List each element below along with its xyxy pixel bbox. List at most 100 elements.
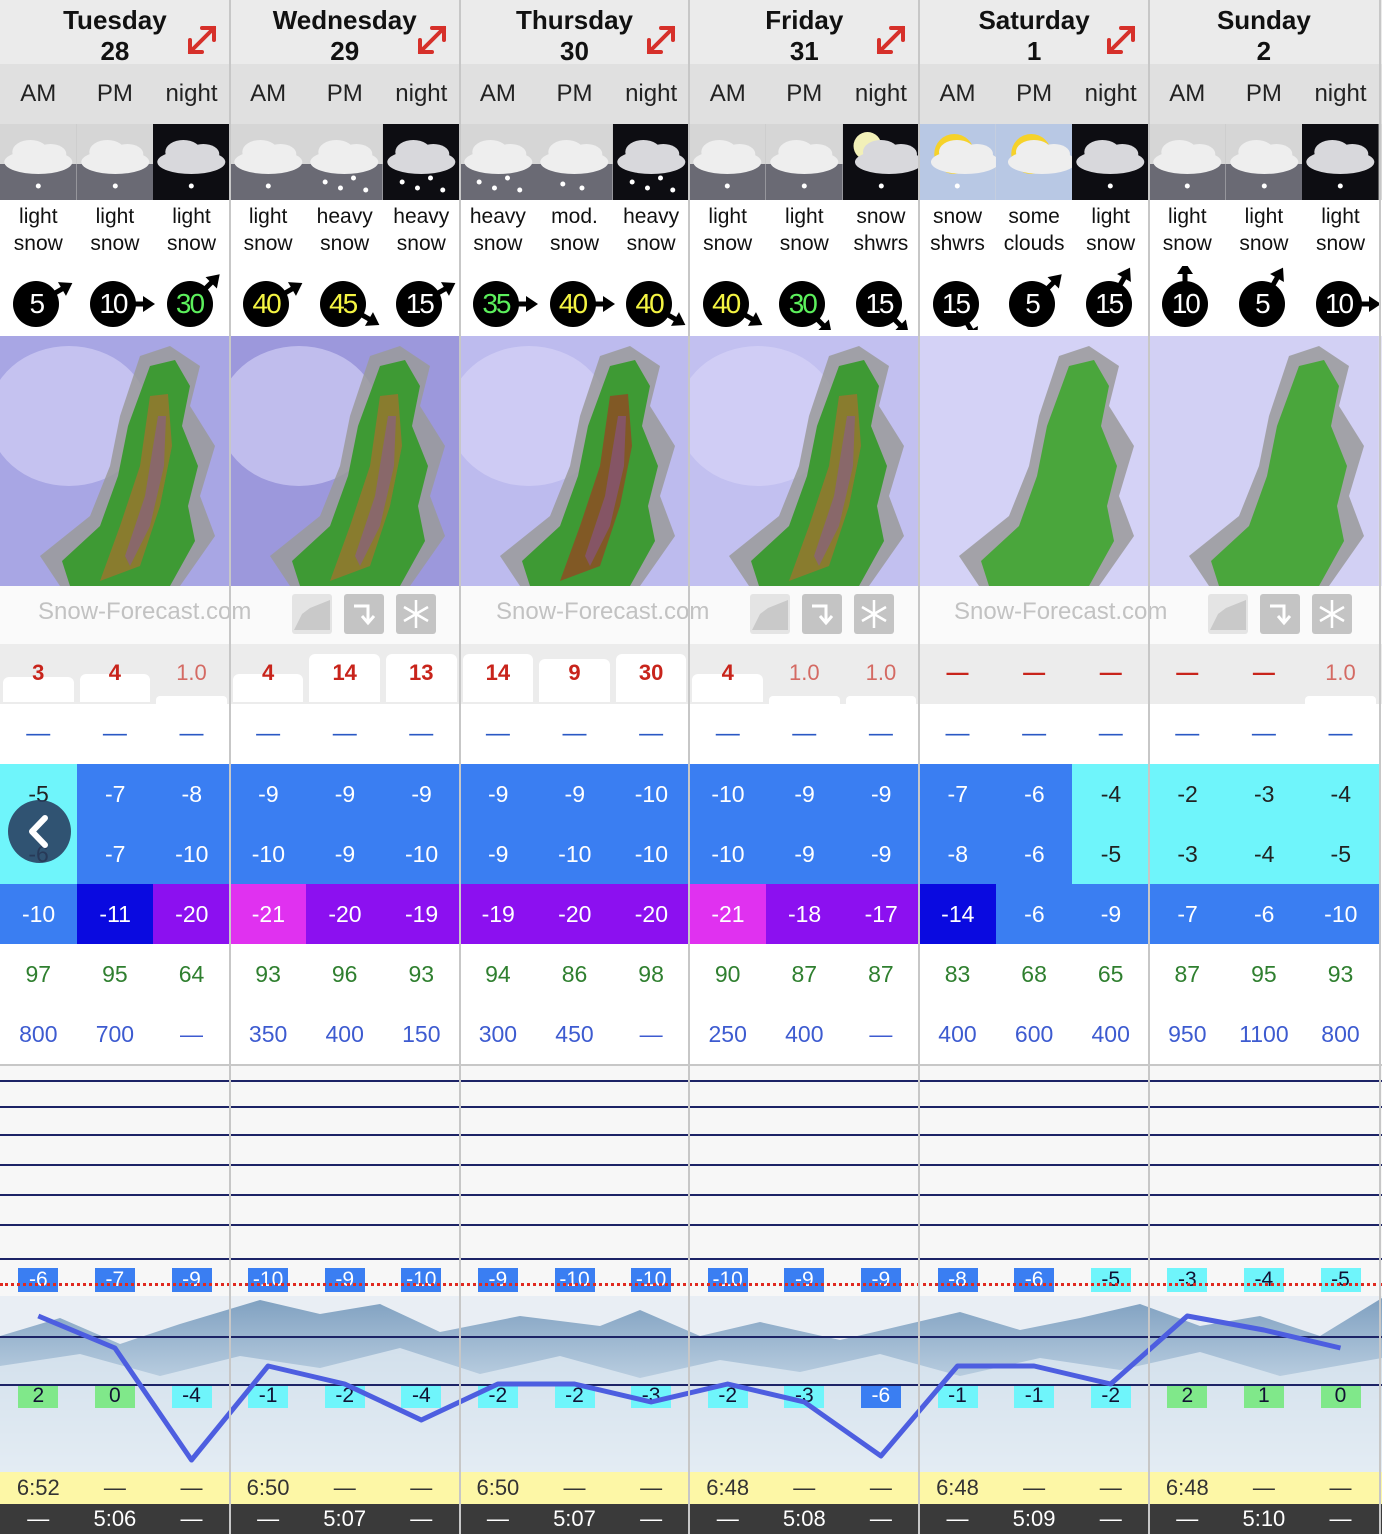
humidity: 68 [1021,960,1047,987]
temperature-cell: -10 [612,764,690,824]
weather-summary: heavy snow [469,205,526,255]
expand-day-icon[interactable] [414,22,450,58]
freezing-level-tag: -9 [171,1268,212,1292]
snow-forecast-map[interactable] [0,336,230,586]
arrow-down-layer-icon[interactable] [1260,594,1300,634]
terrain-layer-icon[interactable] [1208,594,1248,634]
period-label: night [1314,80,1367,107]
temperature-cell: -10 [689,764,767,824]
temperature-cell: -21 [689,884,767,944]
snow-amount: 14 [485,660,511,685]
cloud-light-snow-icon [229,124,307,200]
summit-temp-line [37,1313,1342,1463]
freezing-level: 400 [325,1020,364,1047]
snow-forecast-map[interactable] [919,336,1149,586]
freezing-level: 150 [402,1020,441,1047]
wind-indicator: 5 [1233,266,1315,328]
temperature-cell: -14 [919,884,997,944]
temperature-cell: -7 [919,764,997,824]
rain-amount: — [485,720,510,747]
snow-forecast-logo: Snow-Forecast.com [954,598,1168,625]
sunset-placeholder: — [716,1506,739,1531]
weather-summary: light snow [1162,205,1212,255]
chart-gridline [0,1164,1382,1166]
scroll-left-button[interactable] [8,800,71,863]
snow-amount: 1.0 [865,660,897,685]
rain-amount: — [945,720,970,747]
temperature-cell: -7 [1149,884,1227,944]
snow-amount: 14 [332,660,357,685]
snow-amount: 30 [638,660,664,685]
snow-forecast-logo: Snow-Forecast.com [38,598,252,625]
weather-summary: some clouds [1003,205,1065,255]
wind-indicator: 35 [467,266,549,328]
temperature-cell: -9 [842,764,920,824]
temperature-cell: -6 [995,884,1073,944]
temperature-cell: -8 [153,764,231,824]
rain-amount: — [639,720,664,747]
weather-summary: heavy snow [393,205,450,255]
arrow-down-layer-icon[interactable] [344,594,384,634]
expand-day-icon[interactable] [184,22,220,58]
freezing-level: 300 [478,1020,518,1047]
freezing-level-tag: -10 [248,1268,289,1292]
wind-speed: 10 [1324,288,1354,319]
terrain-layer-icon[interactable] [750,594,790,634]
sunset-placeholder: — [180,1506,203,1531]
snowflake-layer-icon[interactable] [1312,594,1352,634]
period-label: PM [1016,80,1053,107]
snow-forecast-map[interactable] [459,336,690,586]
period-label: night [625,80,678,107]
freezing-level-tag: -6 [1014,1268,1055,1292]
freezing-level: 250 [708,1020,747,1047]
wind-indicator: 40 [237,266,319,328]
cloud-light-snow-icon [1302,124,1379,200]
wind-speed: 10 [99,288,128,319]
humidity: 65 [1097,960,1124,987]
sunrise-time: 6:50 [476,1475,520,1500]
humidity: 83 [944,960,971,987]
rain-amount: — [868,720,893,747]
sunset-placeholder: — [486,1506,509,1531]
snowflake-layer-icon[interactable] [396,594,436,634]
sunrise-time: 6:48 [936,1475,979,1500]
rain-amount: — [1022,720,1047,747]
arrow-down-layer-icon[interactable] [802,594,842,634]
temperature-cell: -3 [1225,764,1303,824]
wind-speed: 15 [405,288,435,319]
weather-summary: snow shwrs [930,205,985,255]
snow-bar [769,696,840,704]
freezing-level: 700 [95,1020,135,1047]
temperature-cell: -2 [1149,764,1227,824]
temperature-cell: -9 [306,764,384,824]
snowflake-layer-icon[interactable] [854,594,894,634]
rain-amount: — [562,720,587,747]
day-divider [918,0,921,1534]
chevron-left-icon [29,815,48,848]
weather-summary: mod. snow [549,205,599,255]
wind-speed: 5 [1255,288,1271,319]
rain-amount: — [102,720,127,747]
period-label: night [854,80,907,107]
freezing-level: 400 [785,1020,824,1047]
terrain-layer-icon[interactable] [292,594,332,634]
snow-forecast-map[interactable] [1149,336,1379,586]
wind-indicator: 40 [697,266,779,328]
humidity: 95 [102,960,128,987]
expand-day-icon[interactable] [873,22,909,58]
weather-summary: light snow [703,205,753,255]
snow-forecast-map[interactable] [229,336,460,586]
freezing-level: 400 [1091,1020,1130,1047]
expand-day-icon[interactable] [1103,22,1139,58]
sunrise-placeholder: — [333,1475,356,1500]
sunset-placeholder: — [257,1506,280,1531]
day-divider [458,0,461,1534]
rain-amount: — [179,720,204,747]
temperature-cell: -5 [1072,824,1150,884]
snow-forecast-map[interactable] [689,336,920,586]
expand-day-icon[interactable] [643,22,679,58]
cloud-light-snow-icon [0,124,77,200]
sunrise-placeholder: — [1099,1475,1122,1500]
sunset-time: 5:07 [553,1506,596,1531]
chart-gridline [0,1106,1382,1108]
